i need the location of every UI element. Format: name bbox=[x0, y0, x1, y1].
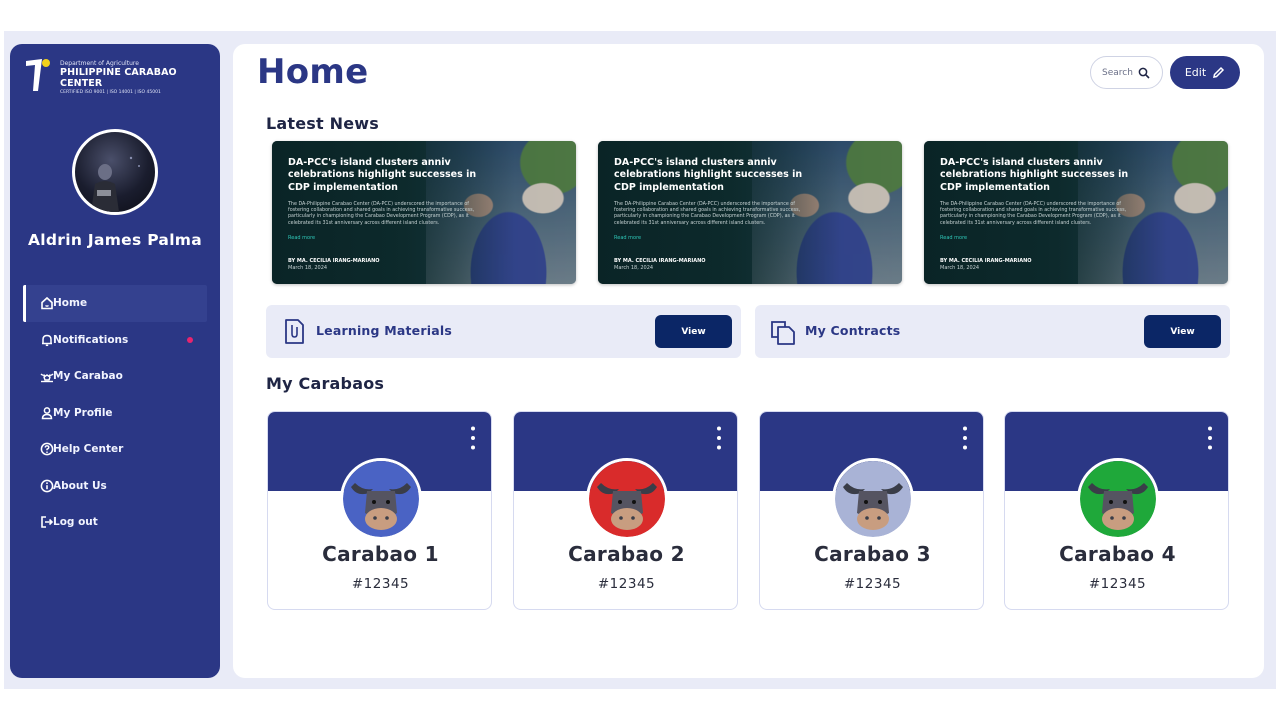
news-headline: DA-PCC's island clusters anniv celebrati… bbox=[614, 157, 803, 193]
carabao-id: #12345 bbox=[843, 576, 902, 592]
page-title: Home bbox=[257, 52, 369, 92]
carabao-face-icon bbox=[589, 461, 665, 537]
more-options-icon[interactable] bbox=[963, 426, 967, 450]
news-headline: DA-PCC's island clusters anniv celebrati… bbox=[940, 157, 1129, 193]
carabao-icon bbox=[40, 373, 54, 383]
sidebar-item-label: My Profile bbox=[53, 406, 113, 419]
latest-news-heading: Latest News bbox=[266, 114, 379, 133]
sidebar-item-my-profile[interactable]: My Profile bbox=[23, 395, 207, 432]
carabao-card[interactable]: Carabao 3 #12345 bbox=[759, 411, 984, 610]
carabao-card[interactable]: Carabao 2 #12345 bbox=[513, 411, 738, 610]
sidebar-item-label: About Us bbox=[53, 479, 107, 492]
carabao-avatar bbox=[832, 458, 914, 540]
sidebar-item-label: Help Center bbox=[53, 443, 124, 456]
read-more-link[interactable]: Read more bbox=[940, 235, 967, 241]
news-card[interactable]: DA-PCC's island clusters anniv celebrati… bbox=[272, 141, 576, 284]
search-label: Search bbox=[1102, 67, 1133, 78]
news-summary: The DA-Philippine Carabao Center (DA-PCC… bbox=[614, 202, 801, 226]
read-more-link[interactable]: Read more bbox=[614, 235, 641, 241]
bell-icon bbox=[42, 334, 52, 346]
carabao-name: Carabao 1 bbox=[322, 542, 439, 566]
more-options-icon[interactable] bbox=[471, 426, 475, 450]
logout-icon bbox=[41, 516, 54, 528]
info-icon bbox=[40, 479, 54, 492]
news-summary: The DA-Philippine Carabao Center (DA-PCC… bbox=[940, 202, 1127, 226]
news-byline: BY MA. CECILIA IRANG-MARIANO bbox=[288, 258, 380, 264]
sidebar-item-label: Home bbox=[53, 297, 88, 310]
user-avatar[interactable] bbox=[72, 129, 158, 215]
sidebar-item-label: Notifications bbox=[53, 333, 129, 346]
sidebar-item-label: Log out bbox=[53, 516, 98, 529]
sidebar-nav: Home Notifications My Carabao My Profile… bbox=[23, 285, 207, 541]
learning-materials-panel: Learning Materials View bbox=[266, 305, 741, 358]
carabao-face-icon bbox=[1080, 461, 1156, 537]
carabao-name: Carabao 4 bbox=[1059, 542, 1176, 566]
user-name: Aldrin James Palma bbox=[27, 231, 203, 249]
news-headline: DA-PCC's island clusters anniv celebrati… bbox=[288, 157, 477, 193]
carabao-id: #12345 bbox=[351, 576, 410, 592]
sidebar-item-about-us[interactable]: About Us bbox=[23, 468, 207, 505]
sidebar-item-home[interactable]: Home bbox=[23, 285, 207, 322]
my-contracts-panel: My Contracts View bbox=[755, 305, 1230, 358]
news-card[interactable]: DA-PCC's island clusters anniv celebrati… bbox=[924, 141, 1228, 284]
pencil-icon bbox=[1213, 66, 1225, 78]
news-card[interactable]: DA-PCC's island clusters anniv celebrati… bbox=[598, 141, 902, 284]
more-options-icon[interactable] bbox=[1208, 426, 1212, 450]
carabao-avatar bbox=[340, 458, 422, 540]
carabao-card[interactable]: Carabao 1 #12345 bbox=[267, 411, 492, 610]
carabao-name: Carabao 3 bbox=[814, 542, 931, 566]
search-icon bbox=[1138, 67, 1150, 79]
my-contracts-label: My Contracts bbox=[805, 323, 901, 338]
news-date: March 18, 2024 bbox=[940, 265, 980, 271]
paperclip-document-icon bbox=[285, 319, 304, 344]
carabao-id: #12345 bbox=[1088, 576, 1147, 592]
sidebar-item-help-center[interactable]: Help Center bbox=[23, 431, 207, 468]
user-icon bbox=[41, 406, 53, 419]
news-date: March 18, 2024 bbox=[614, 265, 654, 271]
read-more-link[interactable]: Read more bbox=[288, 235, 315, 241]
learning-materials-label: Learning Materials bbox=[316, 323, 452, 338]
carabao-avatar bbox=[1077, 458, 1159, 540]
my-contracts-view-button[interactable]: View bbox=[1144, 315, 1221, 348]
carabao-face-icon bbox=[835, 461, 911, 537]
edit-button[interactable]: Edit bbox=[1170, 56, 1240, 89]
learning-materials-view-button[interactable]: View bbox=[655, 315, 732, 348]
home-icon bbox=[41, 296, 53, 310]
sidebar-item-notifications[interactable]: Notifications bbox=[23, 322, 207, 359]
notification-badge bbox=[187, 336, 193, 343]
sidebar: Department of Agriculture PHILIPPINE CAR… bbox=[10, 44, 220, 678]
edit-label: Edit bbox=[1184, 66, 1207, 79]
news-byline: BY MA. CECILIA IRANG-MARIANO bbox=[614, 258, 706, 264]
carabao-avatar bbox=[586, 458, 668, 540]
search-button[interactable]: Search bbox=[1090, 56, 1163, 89]
carabao-name: Carabao 2 bbox=[568, 542, 685, 566]
carabao-id: #12345 bbox=[597, 576, 656, 592]
news-byline: BY MA. CECILIA IRANG-MARIANO bbox=[940, 258, 1032, 264]
sidebar-item-my-carabao[interactable]: My Carabao bbox=[23, 358, 207, 395]
pcc-logo-icon bbox=[24, 57, 52, 93]
sidebar-item-label: My Carabao bbox=[53, 370, 123, 383]
my-carabaos-heading: My Carabaos bbox=[266, 374, 385, 393]
sidebar-item-log-out[interactable]: Log out bbox=[23, 504, 207, 541]
main-panel: Home Search Edit Latest News DA-PCC's is… bbox=[233, 44, 1264, 678]
more-options-icon[interactable] bbox=[717, 426, 721, 450]
logo-cert-text: CERTIFIED ISO 9001 | ISO 14001 | ISO 450… bbox=[60, 89, 161, 95]
logo-name-text: PHILIPPINE CARABAO CENTER bbox=[60, 66, 177, 89]
news-summary: The DA-Philippine Carabao Center (DA-PCC… bbox=[288, 202, 475, 226]
user-photo-icon bbox=[91, 156, 140, 212]
carabao-face-icon bbox=[343, 461, 419, 537]
copy-documents-icon bbox=[771, 321, 795, 345]
help-icon bbox=[40, 442, 54, 456]
news-date: March 18, 2024 bbox=[288, 265, 328, 271]
carabao-card[interactable]: Carabao 4 #12345 bbox=[1004, 411, 1229, 610]
pcc-logo[interactable]: Department of Agriculture PHILIPPINE CAR… bbox=[24, 57, 214, 95]
